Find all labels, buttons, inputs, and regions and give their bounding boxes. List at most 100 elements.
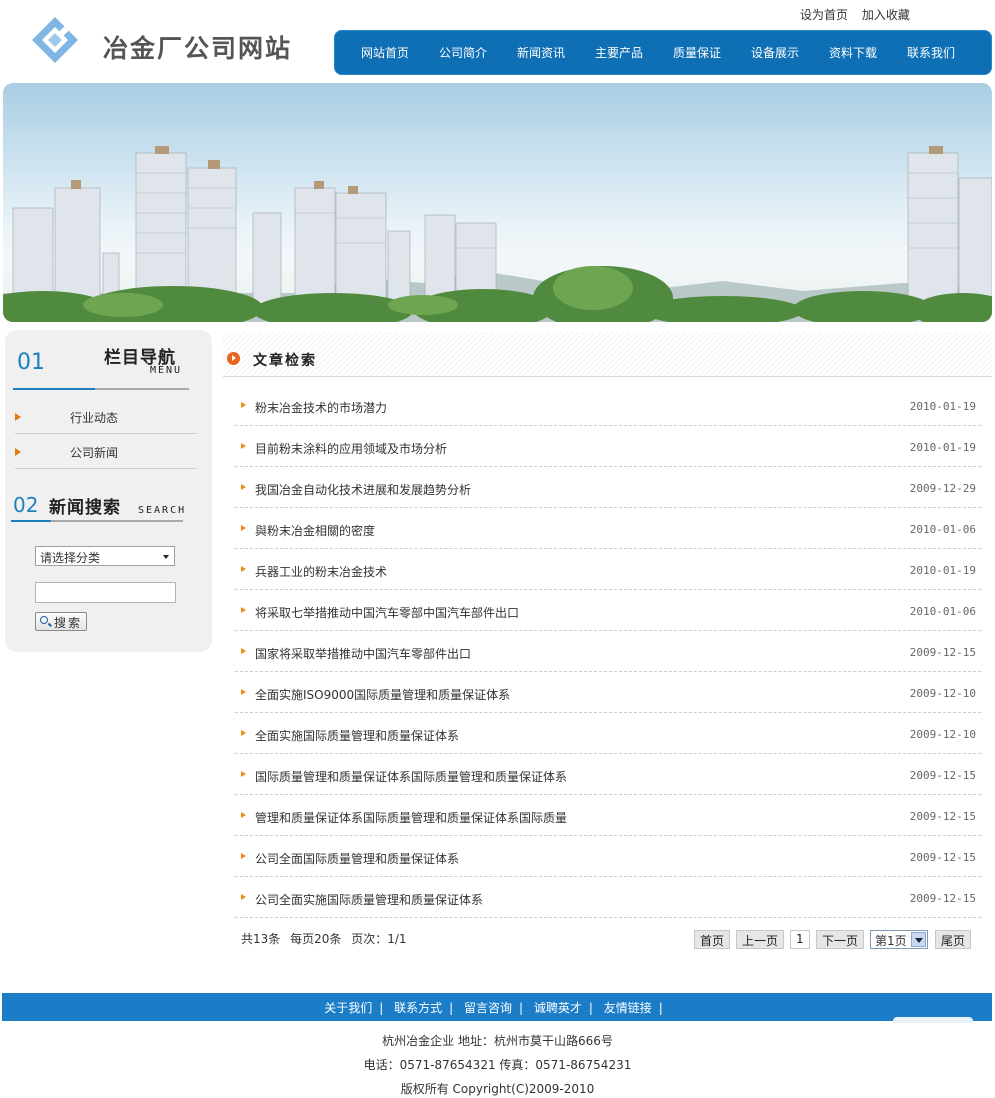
- article-list: 粉末冶金技术的市场潜力 2010-01-19 目前粉末涂料的应用领域及市场分析 201…: [235, 386, 981, 919]
- nav-item-about[interactable]: 公司简介: [424, 44, 502, 61]
- article-title-link[interactable]: 公司全面国际质量管理和质量保证体系: [255, 850, 459, 867]
- article-row: 国际质量管理和质量保证体系国际质量管理和质量保证体系 2009-12-15: [235, 755, 981, 795]
- content-header: 文章检索: [223, 332, 992, 377]
- nav-item-quality[interactable]: 质量保证: [658, 44, 736, 61]
- prev-page-button[interactable]: 上一页: [736, 930, 785, 949]
- article-row: 目前粉末涂料的应用领域及市场分析 2010-01-19: [235, 427, 981, 467]
- arrow-right-icon: [241, 812, 246, 818]
- arrow-right-icon: [15, 413, 21, 421]
- article-date: 2010-01-19: [909, 400, 976, 413]
- article-row: 與粉末冶金相關的密度 2010-01-06: [235, 509, 981, 549]
- sidebar-item-label: 公司新闻: [70, 446, 119, 460]
- arrow-right-icon: [241, 894, 246, 900]
- arrow-right-icon: [241, 607, 246, 613]
- footer-link-about[interactable]: 关于我们: [324, 1001, 372, 1015]
- article-title-link[interactable]: 目前粉末涂料的应用领域及市场分析: [255, 440, 447, 457]
- article-row: 兵器工业的粉末冶金技术 2010-01-19: [235, 550, 981, 590]
- search-button[interactable]: 搜索: [35, 612, 87, 631]
- arrow-right-icon: [241, 689, 246, 695]
- pager-info: 共13条 每页20条 页次：1/1: [241, 930, 413, 947]
- search-section-title: 新闻搜索: [49, 498, 121, 518]
- search-section-number: 02: [13, 493, 39, 517]
- article-row: 我国冶金自动化技术进展和发展趋势分析 2009-12-29: [235, 468, 981, 508]
- nav-item-news[interactable]: 新闻资讯: [502, 44, 580, 61]
- nav-item-downloads[interactable]: 资料下载: [814, 44, 892, 61]
- next-page-button[interactable]: 下一页: [816, 930, 865, 949]
- article-date: 2010-01-19: [909, 564, 976, 577]
- article-title-link[interactable]: 全面实施国际质量管理和质量保证体系: [255, 727, 459, 744]
- article-title-link[interactable]: 将采取七举措推动中国汽车零部中国汽车部件出口: [255, 604, 519, 621]
- article-title-link[interactable]: 公司全面实施国际质量管理和质量保证体系: [255, 891, 483, 908]
- article-title-link[interactable]: 全面实施ISO9000国际质量管理和质量保证体系: [255, 686, 510, 703]
- arrow-circle-icon: [227, 352, 240, 365]
- pager-page-info: 页次：1/1: [351, 932, 407, 946]
- article-date: 2009-12-15: [909, 810, 976, 823]
- footer-copyright: 版权所有 Copyright(C)2009-2010: [400, 1082, 595, 1096]
- arrow-right-icon: [241, 443, 246, 449]
- logo-icon: [32, 17, 78, 63]
- sidebar-item-label: 行业动态: [70, 411, 119, 425]
- menu-section-en: MENU: [150, 365, 183, 376]
- page-select-value: 第1页: [875, 934, 907, 948]
- arrow-right-icon: [241, 648, 246, 654]
- search-input[interactable]: [35, 582, 176, 603]
- article-row: 国家将采取举措推动中国汽车零部件出口 2009-12-15: [235, 632, 981, 672]
- nav-item-products[interactable]: 主要产品: [580, 44, 658, 61]
- page-title: 文章检索: [253, 353, 317, 369]
- current-page-number[interactable]: 1: [790, 930, 810, 949]
- article-row: 管理和质量保证体系国际质量管理和质量保证体系国际质量 2009-12-15: [235, 796, 981, 836]
- article-row: 全面实施ISO9000国际质量管理和质量保证体系 2009-12-10: [235, 673, 981, 713]
- pager-total: 共13条: [241, 932, 281, 946]
- last-page-button[interactable]: 尾页: [935, 930, 972, 949]
- article-title-link[interactable]: 国家将采取举措推动中国汽车零部件出口: [255, 645, 471, 662]
- article-date: 2010-01-19: [909, 441, 976, 454]
- nav-item-contact[interactable]: 联系我们: [892, 44, 970, 61]
- article-row: 公司全面实施国际质量管理和质量保证体系 2009-12-15: [235, 878, 981, 918]
- menu-section-number: 01: [17, 350, 45, 375]
- footer-phone: 电话：0571-87654321 传真：0571-86754231: [363, 1058, 632, 1072]
- footer-link-message[interactable]: 留言咨询: [464, 1001, 512, 1015]
- pager-per-page: 每页20条: [290, 932, 342, 946]
- scroll-tab: [893, 1017, 973, 1023]
- footer-address: 杭州冶金企业 地址：杭州市莫干山路666号: [382, 1034, 613, 1048]
- first-page-button[interactable]: 首页: [694, 930, 731, 949]
- article-date: 2009-12-15: [909, 646, 976, 659]
- article-row: 粉末冶金技术的市场潜力 2010-01-19: [235, 386, 981, 426]
- article-row: 全面实施国际质量管理和质量保证体系 2009-12-10: [235, 714, 981, 754]
- search-button-label: 搜索: [54, 616, 83, 630]
- set-homepage-link[interactable]: 设为首页: [800, 8, 848, 22]
- sidebar-item-company-news[interactable]: 公司新闻: [15, 435, 197, 469]
- nav-item-equipment[interactable]: 设备展示: [736, 44, 814, 61]
- header: 冶金厂公司网站 设为首页 加入收藏 网站首页 公司简介 新闻资讯 主要产品 质量…: [0, 0, 995, 80]
- page-select[interactable]: 第1页: [870, 930, 928, 949]
- article-title-link[interactable]: 管理和质量保证体系国际质量管理和质量保证体系国际质量: [255, 809, 567, 826]
- footer-link-friends[interactable]: 友情链接: [604, 1001, 652, 1015]
- category-select[interactable]: 请选择分类: [35, 546, 175, 566]
- search-divider: [11, 520, 183, 522]
- footer-link-contact[interactable]: 联系方式: [394, 1001, 442, 1015]
- article-date: 2010-01-06: [909, 605, 976, 618]
- footer-link-jobs[interactable]: 诚聘英才: [534, 1001, 582, 1015]
- nav-item-home[interactable]: 网站首页: [346, 44, 424, 61]
- arrow-right-icon: [241, 402, 246, 408]
- article-title-link[interactable]: 粉末冶金技术的市场潜力: [255, 399, 387, 416]
- article-title-link[interactable]: 兵器工业的粉末冶金技术: [255, 563, 387, 580]
- article-title-link[interactable]: 我国冶金自动化技术进展和发展趋势分析: [255, 481, 471, 498]
- article-date: 2009-12-15: [909, 769, 976, 782]
- sidebar: 01 栏目导航 MENU 行业动态 公司新闻 02 新闻搜索 SEARCH 请选…: [5, 330, 212, 652]
- article-title-link[interactable]: 国际质量管理和质量保证体系国际质量管理和质量保证体系: [255, 768, 567, 785]
- article-date: 2009-12-15: [909, 892, 976, 905]
- search-section-en: SEARCH: [138, 505, 187, 516]
- chevron-down-icon: [911, 932, 926, 947]
- add-favorite-link[interactable]: 加入收藏: [862, 8, 910, 22]
- category-select-value: 请选择分类: [40, 551, 101, 565]
- main-nav: 网站首页 公司简介 新闻资讯 主要产品 质量保证 设备展示 资料下载 联系我们: [334, 30, 992, 75]
- arrow-right-icon: [241, 484, 246, 490]
- article-title-link[interactable]: 與粉末冶金相關的密度: [255, 522, 375, 539]
- article-date: 2009-12-10: [909, 728, 976, 741]
- article-date: 2010-01-06: [909, 523, 976, 536]
- sidebar-item-industry-news[interactable]: 行业动态: [15, 400, 197, 434]
- arrow-right-icon: [241, 771, 246, 777]
- arrow-right-icon: [241, 730, 246, 736]
- site-title: 冶金厂公司网站: [103, 34, 293, 63]
